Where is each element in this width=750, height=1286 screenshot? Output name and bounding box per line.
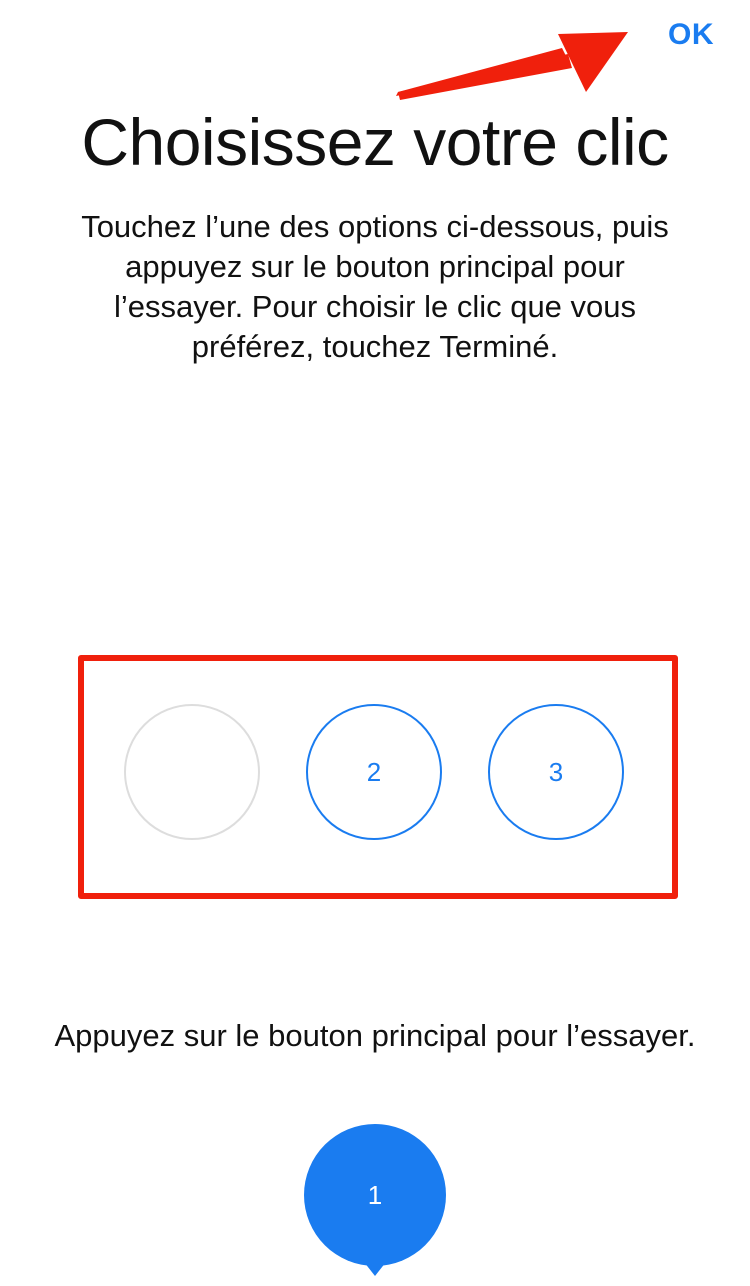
page-title: Choisissez votre clic (81, 105, 669, 179)
ok-button[interactable]: OK (668, 18, 714, 52)
click-option-1[interactable] (124, 704, 260, 840)
main-button-pointer (364, 1262, 386, 1276)
main-button-preview[interactable]: 1 (304, 1124, 446, 1266)
press-hint-text: Appuyez sur le bouton principal pour l’e… (54, 1018, 696, 1053)
click-option-3[interactable]: 3 (488, 704, 624, 840)
annotation-arrow-icon (396, 32, 628, 100)
click-option-2[interactable]: 2 (306, 704, 442, 840)
instructions-text: Touchez l’une des options ci-dessous, pu… (81, 209, 669, 364)
